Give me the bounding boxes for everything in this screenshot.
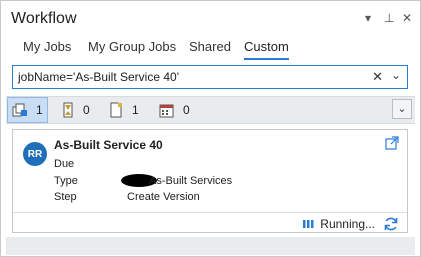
query-filter-input[interactable]: jobName='As-Built Service 40' ✕ ⌄ bbox=[12, 65, 408, 89]
job-stack-icon bbox=[12, 103, 27, 117]
job-status: Running... bbox=[303, 217, 375, 231]
filter-dropdown-icon[interactable]: ⌄ bbox=[391, 68, 401, 82]
collapse-counts-button[interactable]: ⌄ bbox=[392, 99, 412, 119]
type-value: As-Built Services bbox=[149, 175, 233, 187]
close-pane-button[interactable]: ✕ bbox=[402, 11, 412, 25]
due-label: Due bbox=[54, 158, 75, 170]
pane-titlebar: Workflow ▾ ⊥ ✕ bbox=[1, 1, 420, 37]
refresh-icon[interactable] bbox=[383, 216, 399, 232]
tab-my-jobs[interactable]: My Jobs bbox=[23, 39, 71, 58]
job-status-counts-bar: 1 0 1 0 ⌄ bbox=[6, 96, 415, 124]
job-view-tabs: My Jobs My Group Jobs Shared Custom bbox=[1, 37, 420, 63]
count-overdue-jobs-value: 0 bbox=[183, 103, 190, 117]
calendar-icon bbox=[159, 104, 174, 118]
pane-title: Workflow bbox=[11, 10, 77, 27]
job-card[interactable]: RR As-Built Service 40 Due Type As-Built… bbox=[12, 129, 408, 233]
open-job-icon[interactable] bbox=[385, 136, 399, 150]
tab-shared[interactable]: Shared bbox=[189, 39, 231, 58]
count-paused-jobs-value: 0 bbox=[83, 103, 90, 117]
workflow-pane: Workflow ▾ ⊥ ✕ My Jobs My Group Jobs Sha… bbox=[0, 0, 421, 257]
query-filter-text[interactable]: jobName='As-Built Service 40' bbox=[18, 70, 179, 84]
job-status-text: Running... bbox=[320, 217, 375, 231]
count-overdue-jobs[interactable]: 0 bbox=[155, 97, 194, 123]
count-active-jobs[interactable]: 1 bbox=[104, 97, 143, 123]
count-all-jobs-value: 1 bbox=[36, 103, 43, 117]
count-all-jobs[interactable]: 1 bbox=[7, 97, 48, 123]
running-bars-icon bbox=[303, 220, 314, 228]
card-divider bbox=[13, 212, 407, 213]
clear-filter-icon[interactable]: ✕ bbox=[372, 69, 383, 85]
hourglass-icon bbox=[63, 102, 73, 118]
step-value: Create Version bbox=[127, 191, 200, 203]
count-paused-jobs[interactable]: 0 bbox=[57, 97, 94, 123]
avatar: RR bbox=[23, 142, 47, 166]
type-label: Type bbox=[54, 175, 78, 187]
tab-custom[interactable]: Custom bbox=[244, 39, 289, 60]
job-name: As-Built Service 40 bbox=[54, 138, 163, 152]
step-label: Step bbox=[54, 191, 77, 203]
document-icon bbox=[110, 102, 122, 118]
auto-hide-pin-button[interactable]: ⊥ bbox=[384, 11, 394, 25]
count-active-jobs-value: 1 bbox=[132, 103, 139, 117]
pane-footer bbox=[6, 237, 415, 255]
tab-my-group-jobs[interactable]: My Group Jobs bbox=[88, 39, 176, 58]
pane-menu-button[interactable]: ▾ bbox=[365, 11, 371, 25]
